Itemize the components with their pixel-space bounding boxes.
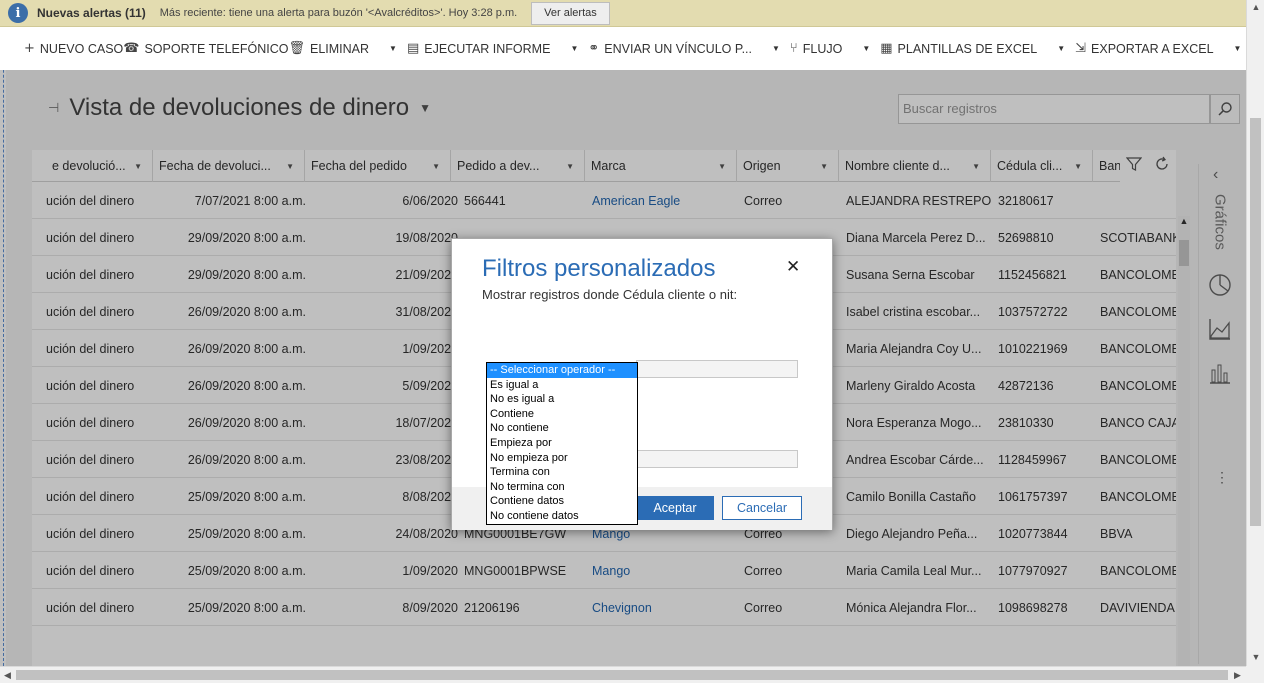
chevron-down-icon[interactable]: ▼ [389,27,397,70]
window-vertical-scrollbar[interactable]: ▲ ▼ [1246,0,1264,666]
new-case-button[interactable]: + NUEVO CASO [24,27,123,70]
window-hscroll-thumb[interactable] [16,670,1228,680]
alert-title: Nuevas alertas (11) [37,6,146,20]
toolbar-label: EXPORTAR A EXCEL [1091,41,1214,56]
chevron-down-icon[interactable]: ▼ [862,27,870,70]
export-icon: ⇲ [1075,41,1087,56]
operator-option[interactable]: Es igual a [487,378,637,393]
toolbar-label: ELIMINAR [310,41,370,56]
flow-icon: ⑂ [789,41,798,56]
toolbar-label: SOPORTE TELEFÓNICO [144,41,289,56]
operator-option[interactable]: No termina con [487,480,637,495]
scrollbar-corner [1246,666,1264,683]
phone-support-button[interactable]: ☎ SOPORTE TELEFÓNICO [123,27,288,70]
operator-option[interactable]: -- Seleccionar operador -- [487,363,637,378]
operator-option[interactable]: Contiene [487,407,637,422]
toolbar-label: FLUJO [802,41,843,56]
toolbar-label: NUEVO CASO [39,41,124,56]
operator-option[interactable]: Contiene datos [487,494,637,509]
window-horizontal-scrollbar[interactable]: ◀ ▶ [0,666,1246,683]
chevron-down-icon[interactable]: ▼ [772,27,780,70]
export-excel-button[interactable]: ⇲ EXPORTAR A EXCEL [1075,27,1213,70]
toolbar-label: EJECUTAR INFORME [424,41,551,56]
phone-icon: ☎ [123,41,140,56]
flow-button[interactable]: ⑂ FLUJO [790,27,842,70]
excel-template-icon: ▦ [880,41,893,56]
scroll-up-icon[interactable]: ▲ [1247,2,1264,12]
trash-icon: 🗑 [288,41,305,56]
scroll-right-icon[interactable]: ▶ [1234,667,1241,683]
scroll-down-icon[interactable]: ▼ [1247,652,1264,662]
link-icon: ⚭ [588,41,600,56]
operator-option[interactable]: No contiene [487,421,637,436]
excel-templates-button[interactable]: ▦ PLANTILLAS DE EXCEL [880,27,1037,70]
chevron-down-icon[interactable]: ▼ [1057,27,1065,70]
dialog-title: Filtros personalizados [482,255,716,282]
close-icon[interactable]: ✕ [786,257,800,277]
operator-option[interactable]: Empieza por [487,436,637,451]
send-link-button[interactable]: ⚭ ENVIAR UN VÍNCULO P... [588,27,752,70]
filter-value-input-2[interactable] [636,450,798,468]
report-icon: ▤ [406,41,420,56]
alert-bar: i Nuevas alertas (11) Más reciente: tien… [0,0,1246,27]
filter-value-input-1[interactable] [636,360,798,378]
operator-option[interactable]: No empieza por [487,451,637,466]
dialog-subtitle: Mostrar registros donde Cédula cliente o… [482,287,738,302]
view-alerts-button[interactable]: Ver alertas [531,1,610,25]
operator-dropdown-list[interactable]: -- Seleccionar operador -- Es igual a No e… [486,362,638,525]
scroll-left-icon[interactable]: ◀ [4,667,11,683]
command-bar: + NUEVO CASO ☎ SOPORTE TELEFÓNICO 🗑 ELIMINAR ▼… [0,27,1262,70]
operator-option[interactable]: Termina con [487,465,637,480]
cancel-button[interactable]: Cancelar [722,496,802,520]
window-scroll-thumb[interactable] [1250,118,1261,526]
delete-button[interactable]: 🗑 ELIMINAR [288,27,369,70]
chevron-down-icon[interactable]: ▼ [570,27,578,70]
info-icon: i [8,3,28,23]
chevron-down-icon[interactable]: ▼ [1234,27,1242,70]
run-report-button[interactable]: ▤ EJECUTAR INFORME [407,27,550,70]
alert-message: Más reciente: tiene una alerta para buzó… [159,7,518,19]
toolbar-label: PLANTILLAS DE EXCEL [897,41,1038,56]
operator-option[interactable]: No es igual a [487,392,637,407]
operator-option[interactable]: No contiene datos [487,509,637,524]
accept-button[interactable]: Aceptar [636,496,714,520]
plus-icon: + [24,41,35,56]
toolbar-label: ENVIAR UN VÍNCULO P... [604,41,752,56]
